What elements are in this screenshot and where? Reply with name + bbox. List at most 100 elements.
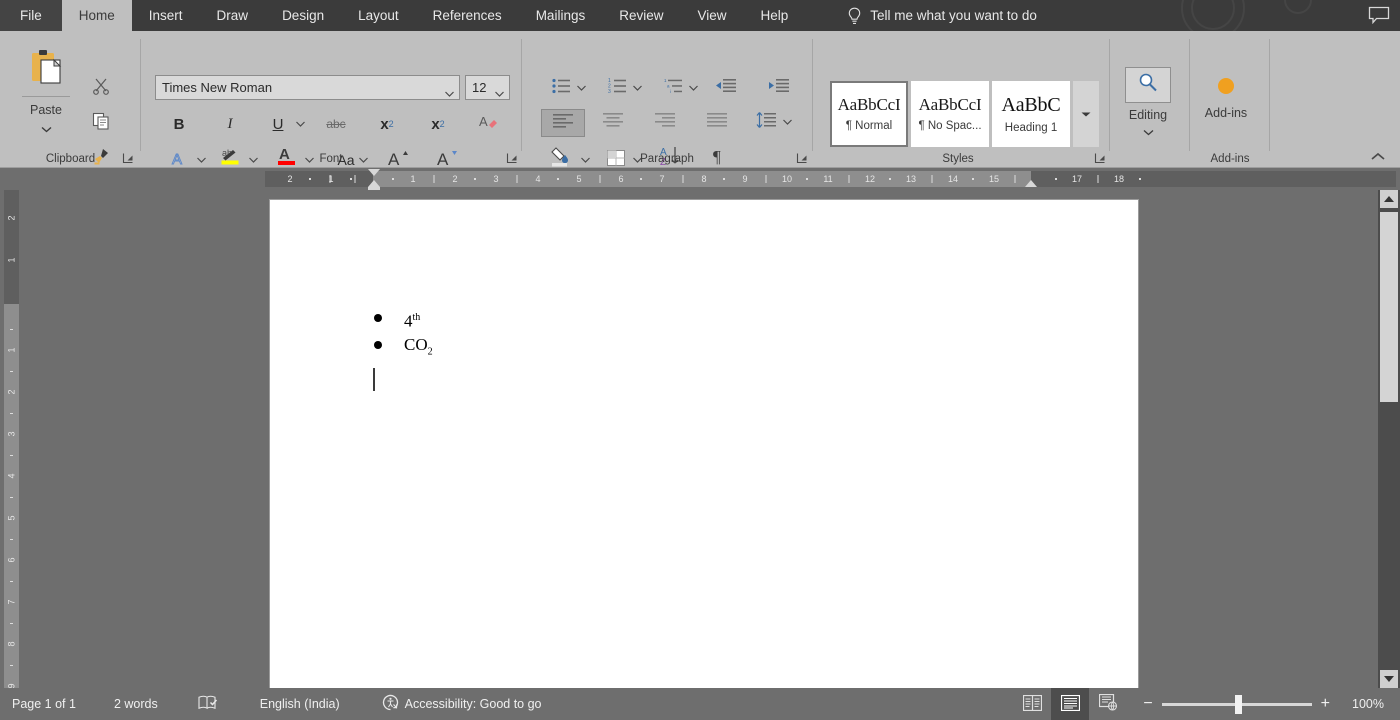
ruler-mid-tick: [517, 175, 518, 183]
page-indicator-label: Page 1 of 1: [12, 697, 76, 711]
ruler-tick: 9: [742, 171, 747, 187]
ruler-tick: 5: [4, 512, 19, 524]
list-item[interactable]: CO2: [374, 332, 1014, 358]
horizontal-ruler-strip: 2 1 1 2 3 4 5 6 7 8 9 10 11 12 13 14 15 …: [265, 171, 1396, 187]
document-workspace[interactable]: 4th CO2: [22, 190, 1378, 688]
tab-draw[interactable]: Draw: [200, 0, 266, 31]
read-mode-button[interactable]: [1013, 688, 1051, 720]
tab-file[interactable]: File: [0, 0, 62, 31]
ruler-tick: 1: [4, 254, 19, 266]
tab-references[interactable]: References: [416, 0, 519, 31]
zoom-out-button[interactable]: −: [1143, 696, 1152, 712]
zoom-slider[interactable]: [1162, 703, 1312, 706]
ruler-minor-tick: [474, 178, 476, 180]
zoom-slider-thumb[interactable]: [1235, 695, 1242, 714]
tab-layout[interactable]: Layout: [341, 0, 416, 31]
ruler-tick: 2: [287, 171, 292, 187]
ruler-tick: 1: [4, 344, 19, 356]
ruler-tick: 2: [4, 386, 19, 398]
first-line-indent-marker[interactable]: [368, 169, 380, 176]
print-layout-icon: [1061, 695, 1080, 714]
vertical-scrollbar[interactable]: [1378, 190, 1400, 688]
ruler-tick: 2: [4, 212, 19, 224]
scroll-thumb[interactable]: [1380, 212, 1398, 402]
web-layout-button[interactable]: [1089, 688, 1127, 720]
tab-design[interactable]: Design: [265, 0, 341, 31]
ruler-mid-tick: [600, 175, 601, 183]
accessibility-label: Accessibility: Good to go: [405, 697, 542, 711]
ruler-tick: 8: [4, 638, 19, 650]
language-indicator[interactable]: English (India): [232, 688, 354, 720]
ribbon-group-addins: Add-ins Add-ins: [0, 31, 1270, 168]
tab-review[interactable]: Review: [602, 0, 680, 31]
print-layout-button[interactable]: [1051, 688, 1089, 720]
tab-help-label: Help: [761, 8, 789, 23]
ruler-tick: 6: [4, 554, 19, 566]
right-indent-marker[interactable]: [1025, 180, 1037, 187]
document-body[interactable]: 4th CO2: [374, 305, 1014, 358]
tab-file-label: File: [20, 8, 42, 23]
group-separator: [1269, 39, 1270, 151]
addins-button[interactable]: Add-ins: [1203, 75, 1249, 120]
ruler-mid-tick: [683, 175, 684, 183]
zoom-in-button[interactable]: +: [1321, 696, 1330, 712]
ruler-tick: 18: [1114, 171, 1124, 187]
addins-button-label: Add-ins: [1205, 106, 1247, 120]
ruler-tick: 12: [865, 171, 875, 187]
accessibility-status[interactable]: Accessibility: Good to go: [354, 688, 556, 720]
ruler-tick: 4: [535, 171, 540, 187]
subscript-text: 2: [428, 346, 433, 357]
word-count-label: 2 words: [114, 697, 158, 711]
tab-mailings[interactable]: Mailings: [519, 0, 603, 31]
tab-view[interactable]: View: [680, 0, 743, 31]
tab-home[interactable]: Home: [62, 0, 132, 31]
ruler-mid-tick: [1015, 175, 1016, 183]
vertical-ruler[interactable]: 2 1 1 2 3 4 5 6 7 8 9: [0, 190, 22, 688]
comment-icon[interactable]: [1368, 6, 1390, 24]
ruler-top-margin-zone: [4, 190, 19, 304]
scroll-up-arrow-icon: [1384, 196, 1394, 202]
ruler-mid-tick: [1098, 175, 1099, 183]
bullet-marker: [374, 341, 382, 349]
tab-insert-label: Insert: [149, 8, 183, 23]
tell-me-search[interactable]: Tell me what you want to do: [847, 0, 1037, 31]
ruler-minor-tick: [806, 178, 808, 180]
hanging-indent-marker[interactable]: [368, 180, 380, 187]
scroll-up-button[interactable]: [1380, 190, 1398, 208]
ruler-tick: 11: [823, 171, 832, 187]
tab-design-label: Design: [282, 8, 324, 23]
superscript-text: th: [413, 312, 421, 323]
ruler-tick: 1: [328, 171, 333, 187]
scroll-down-button[interactable]: [1380, 670, 1398, 688]
tab-references-label: References: [433, 8, 502, 23]
addins-icon-box: [1203, 75, 1249, 101]
list-item-text: CO2: [404, 332, 433, 365]
ruler-minor-tick: [10, 581, 13, 582]
horizontal-ruler[interactable]: 2 1 1 2 3 4 5 6 7 8 9 10 11 12 13 14 15 …: [0, 168, 1400, 190]
ruler-right-margin-zone: [1031, 171, 1396, 187]
list-item[interactable]: 4th: [374, 305, 1014, 331]
ruler-minor-tick: [557, 178, 559, 180]
proofing-status[interactable]: [172, 688, 232, 720]
ruler-minor-tick: [10, 413, 13, 414]
ruler-minor-tick: [10, 329, 13, 330]
tab-help[interactable]: Help: [744, 0, 806, 31]
text-caret: [373, 368, 375, 391]
ruler-left-margin-zone: [265, 171, 373, 187]
word-count[interactable]: 2 words: [90, 688, 172, 720]
ruler-minor-tick: [392, 178, 394, 180]
ruler-minor-tick: [309, 178, 311, 180]
ruler-minor-tick: [10, 497, 13, 498]
zoom-level[interactable]: 100%: [1342, 697, 1400, 711]
document-page[interactable]: 4th CO2: [270, 200, 1138, 688]
ruler-minor-tick: [640, 178, 642, 180]
ruler-minor-tick: [10, 623, 13, 624]
ruler-tick: 6: [618, 171, 623, 187]
ruler-tick: 17: [1072, 171, 1082, 187]
status-bar-right: − + 100%: [1013, 688, 1400, 720]
tab-insert[interactable]: Insert: [132, 0, 200, 31]
tab-mailings-label: Mailings: [536, 8, 586, 23]
ruler-tick: 3: [4, 428, 19, 440]
page-indicator[interactable]: Page 1 of 1: [0, 688, 90, 720]
collapse-ribbon-button[interactable]: [1370, 150, 1386, 164]
